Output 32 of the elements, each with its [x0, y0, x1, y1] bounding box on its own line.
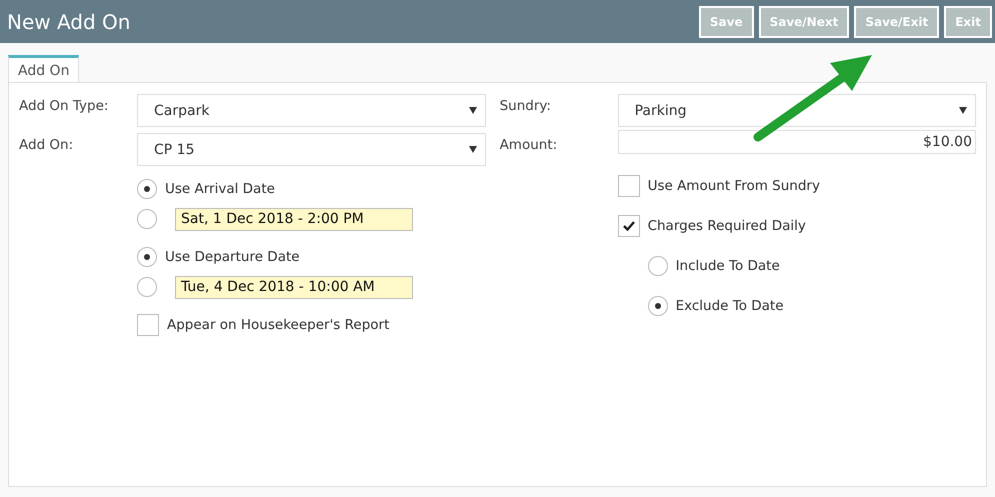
caret-icon	[468, 146, 477, 153]
radio-button[interactable]	[137, 247, 157, 267]
checkmark-icon	[622, 221, 635, 231]
option-label: Use Departure Date	[165, 249, 300, 265]
checkbox[interactable]	[618, 215, 640, 237]
option-label: Exclude To Date	[676, 298, 784, 314]
date-field[interactable]: Tue, 4 Dec 2018 - 10:00 AM	[175, 276, 413, 298]
option-label: Include To Date	[676, 258, 780, 274]
page-title: New Add On	[7, 10, 130, 34]
radio-button[interactable]	[648, 296, 668, 316]
radio-button[interactable]	[137, 179, 157, 199]
checkbox-label: Charges Required Daily	[648, 218, 806, 234]
radio-button[interactable]	[137, 209, 157, 229]
field-label: Add On:	[19, 136, 74, 155]
checkbox-label: Appear on Housekeeper's Report	[167, 317, 390, 333]
caret-icon	[959, 107, 967, 114]
dropdown[interactable]: Carpark	[137, 94, 486, 127]
checkbox[interactable]	[137, 314, 159, 336]
field-label: Amount:	[500, 136, 558, 154]
radio-button[interactable]	[648, 256, 668, 276]
dropdown[interactable]: CP 15	[137, 133, 486, 166]
field-label: Add On Type:	[19, 97, 110, 116]
tab[interactable]: Add On	[8, 55, 80, 82]
radio-button[interactable]	[137, 277, 157, 297]
option-label: Use Arrival Date	[165, 181, 275, 197]
amount-field[interactable]: $10.00	[618, 130, 976, 154]
date-field[interactable]: Sat, 1 Dec 2018 - 2:00 PM	[175, 208, 413, 230]
field-label: Sundry:	[500, 97, 552, 116]
caret-icon	[468, 107, 477, 114]
dropdown[interactable]: Parking	[618, 94, 976, 127]
checkbox[interactable]	[618, 175, 640, 197]
checkbox-label: Use Amount From Sundry	[648, 178, 820, 194]
